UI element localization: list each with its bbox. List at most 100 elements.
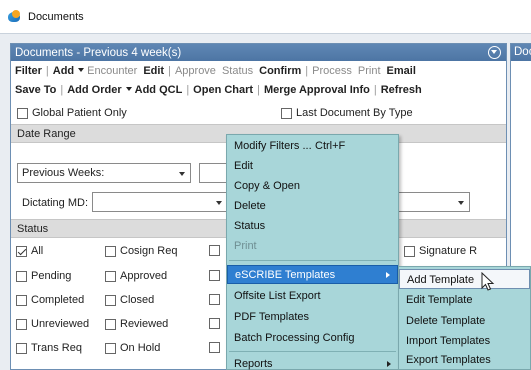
checkbox-box [209, 270, 220, 281]
menu-item-pdf-templates[interactable]: PDF Templates [227, 308, 398, 327]
checkbox-box [16, 318, 27, 330]
chevron-down-icon [179, 172, 185, 176]
add-dropdown-button[interactable]: Add [53, 65, 87, 77]
submenu-item-delete-template[interactable]: Delete Template [399, 311, 530, 331]
toolbar-separator: | [257, 83, 260, 96]
status-hidden-checkbox[interactable] [209, 270, 224, 281]
checkbox-box [16, 342, 27, 354]
add-qcl-button[interactable]: Add QCL [135, 84, 183, 96]
dictating-md-select[interactable] [92, 192, 228, 212]
checkbox-box [105, 270, 116, 282]
status-label: Approved [120, 270, 168, 282]
chevron-down-icon [458, 201, 464, 205]
date-range-selected: Previous Weeks: [22, 167, 105, 179]
status-pending-checkbox[interactable]: Pending [16, 270, 71, 282]
checkbox-box [209, 245, 220, 256]
week-count-input[interactable] [199, 163, 229, 183]
status-label: Cosign Req [120, 245, 178, 257]
add-label: Add [52, 64, 75, 77]
status-completed-checkbox[interactable]: Completed [16, 294, 84, 306]
filter-options-row: Global Patient Only Last Document By Typ… [11, 102, 506, 124]
menu-item-status[interactable]: Status [227, 217, 398, 236]
menu-item-label: Reports [234, 358, 273, 370]
checkbox-box [105, 245, 116, 257]
menu-item-label: eSCRIBE Templates [235, 269, 336, 281]
status-closed-checkbox[interactable]: Closed [105, 294, 154, 306]
status-on-hold-checkbox[interactable]: On Hold [105, 342, 160, 354]
right-panel-title: Doc [511, 44, 531, 61]
status-all-checkbox[interactable]: All [16, 245, 43, 257]
checkbox-box [16, 294, 27, 306]
last-document-by-type-checkbox[interactable]: Last Document By Type [281, 107, 413, 119]
global-patient-only-label: Global Patient Only [32, 107, 127, 119]
status-hidden-checkbox[interactable] [209, 294, 224, 305]
open-chart-button[interactable]: Open Chart [193, 84, 253, 96]
menu-item-reports[interactable]: Reports [227, 355, 398, 370]
status-label: Pending [31, 270, 72, 282]
collapse-icon[interactable] [488, 46, 501, 59]
menu-item-escribe-templates[interactable]: eSCRIBE Templates [227, 265, 398, 284]
status-hidden-checkbox[interactable] [209, 318, 224, 329]
process-button[interactable]: Process [312, 65, 352, 77]
toolbar-separator: | [186, 83, 190, 96]
escribe-templates-submenu: Add Template Edit Template Delete Templa… [398, 266, 531, 370]
last-document-by-type-label: Last Document By Type [296, 107, 413, 119]
chevron-down-icon [125, 87, 132, 92]
status-signature-req-checkbox[interactable]: Signature R [404, 245, 477, 257]
date-range-select[interactable]: Previous Weeks: [17, 163, 191, 183]
confirm-button[interactable]: Confirm [259, 65, 301, 77]
menu-item-offsite-list-export[interactable]: Offsite List Export [227, 287, 398, 306]
toolbar-separator: | [168, 64, 171, 77]
chevron-down-icon [78, 68, 85, 73]
global-patient-only-checkbox[interactable]: Global Patient Only [17, 107, 281, 119]
panel-title: Documents - Previous 4 week(s) [15, 46, 182, 59]
documents-app-icon [8, 9, 22, 24]
status-label: All [31, 245, 44, 257]
email-button[interactable]: Email [387, 65, 416, 77]
menu-separator [229, 351, 396, 352]
checkbox-box [105, 318, 116, 330]
status-trans-req-checkbox[interactable]: Trans Req [16, 342, 82, 354]
merge-approval-info-button[interactable]: Merge Approval Info [264, 84, 370, 96]
status-label: Unreviewed [31, 318, 90, 330]
status-approved-checkbox[interactable]: Approved [105, 270, 167, 282]
add-order-dropdown-button[interactable]: Add Order [67, 84, 134, 96]
approve-button[interactable]: Approve [175, 65, 216, 77]
checkbox-box [105, 342, 116, 354]
status-hidden-checkbox[interactable] [209, 245, 224, 256]
submenu-item-edit-template[interactable]: Edit Template [399, 290, 530, 310]
checkbox-box [209, 294, 220, 305]
add-order-label: Add Order [67, 83, 122, 96]
submenu-item-import-templates[interactable]: Import Templates [399, 331, 530, 351]
window-titlebar: Documents [0, 0, 531, 34]
menu-item-modify-filters[interactable]: Modify Filters ... Ctrl+F [227, 137, 398, 156]
menu-item-edit[interactable]: Edit [227, 157, 398, 176]
checkbox-box [281, 107, 292, 119]
status-cosign-req-checkbox[interactable]: Cosign Req [105, 245, 177, 257]
menu-item-copy-open[interactable]: Copy & Open [227, 177, 398, 196]
submenu-item-add-template[interactable]: Add Template [399, 269, 530, 289]
menu-item-batch-processing-config[interactable]: Batch Processing Config [227, 329, 398, 348]
status-button[interactable]: Status [222, 65, 253, 77]
status-label: Closed [120, 294, 155, 306]
checkbox-box [16, 270, 27, 282]
status-unreviewed-checkbox[interactable]: Unreviewed [16, 318, 89, 330]
save-to-button[interactable]: Save To [15, 84, 56, 96]
menu-item-label: Modify Filters ... [234, 140, 312, 152]
edit-button[interactable]: Edit [143, 65, 164, 77]
dictating-md-label: Dictating MD: [22, 197, 89, 209]
status-reviewed-checkbox[interactable]: Reviewed [105, 318, 168, 330]
encounter-button[interactable]: Encounter [87, 65, 137, 77]
status-hidden-checkbox[interactable] [209, 342, 224, 353]
status-label: On Hold [120, 342, 161, 354]
filter-button[interactable]: Filter [15, 65, 42, 77]
submenu-item-export-templates[interactable]: Export Templates [399, 350, 530, 370]
context-menu: Modify Filters ... Ctrl+F Edit Copy & Op… [226, 134, 399, 370]
refresh-button[interactable]: Refresh [381, 84, 422, 96]
checkbox-box [16, 245, 27, 257]
secondary-select[interactable] [398, 192, 470, 212]
menu-item-delete[interactable]: Delete [227, 197, 398, 216]
print-button[interactable]: Print [358, 65, 381, 77]
status-label: Signature R [419, 245, 478, 257]
checkbox-box [209, 318, 220, 329]
